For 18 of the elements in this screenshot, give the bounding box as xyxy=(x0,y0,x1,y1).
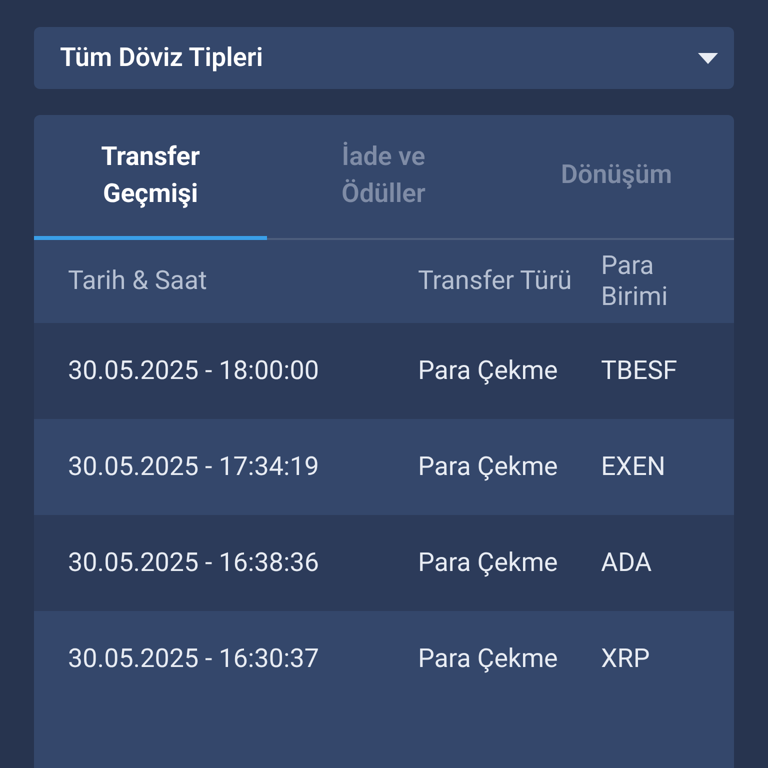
column-header: Para Birimi xyxy=(601,250,668,312)
currency-dropdown[interactable]: Tüm Döviz Tipleri xyxy=(34,27,734,89)
table-cell: 30.05.2025 - 16:30:37 xyxy=(68,644,319,674)
tab[interactable]: Transfer Geçmişi xyxy=(34,115,267,240)
table-cell: 30.05.2025 - 17:34:19 xyxy=(68,452,319,482)
table-cell: EXEN xyxy=(601,452,666,482)
table-cell: Para Çekme xyxy=(418,644,558,674)
table-cell: XRP xyxy=(601,644,650,674)
table-cell: Para Çekme xyxy=(418,548,558,578)
column-header: Transfer Türü xyxy=(418,266,572,296)
table-cell: ADA xyxy=(601,548,652,578)
table-cell: TBESF xyxy=(601,356,678,386)
table-cell: 30.05.2025 - 16:38:36 xyxy=(68,548,319,578)
table-cell: 30.05.2025 - 18:00:00 xyxy=(68,356,319,386)
column-header: Tarih & Saat xyxy=(68,266,207,296)
caret-icon xyxy=(698,52,718,64)
table-cell: Para Çekme xyxy=(418,452,558,482)
table-cell: Para Çekme xyxy=(418,356,558,386)
